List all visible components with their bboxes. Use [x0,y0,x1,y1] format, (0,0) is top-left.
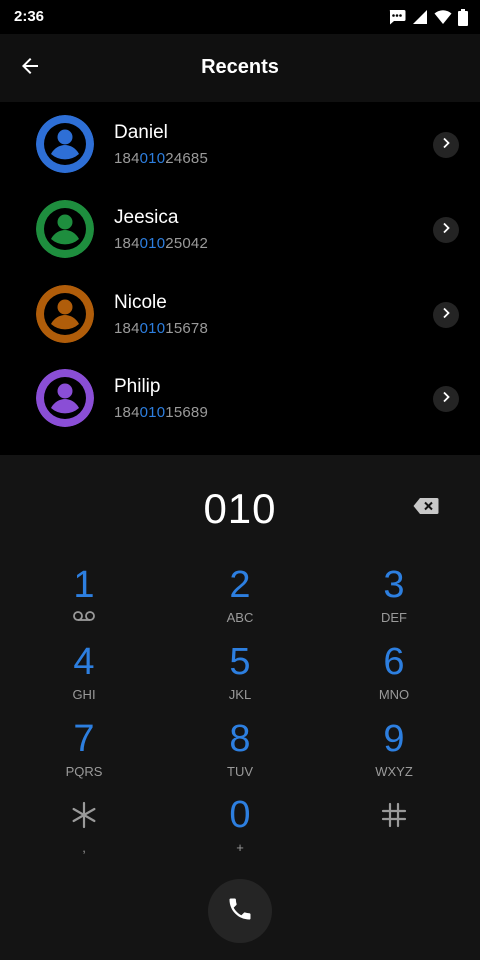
key-digit: 0 [229,794,251,836]
key-digit: 8 [229,718,251,760]
contact-number: 18401025042 [114,235,208,252]
key-5[interactable]: 5 JKL [180,642,300,712]
contact-row-philip[interactable]: Philip 18401015689 [0,356,480,440]
page-title: Recents [201,56,279,78]
key-1[interactable]: 1 [24,565,144,635]
key-digit: 2 [229,564,251,606]
key-letters: , [82,840,86,855]
key-digit: 3 [383,564,405,606]
key-3[interactable]: 3 DEF [334,565,454,635]
contact-details-button[interactable] [433,386,459,412]
key-digit: 5 [229,641,251,683]
signal-icon [412,9,428,25]
key-digit: 7 [73,718,95,760]
wifi-icon [434,9,452,25]
call-button[interactable] [208,879,272,943]
avatar [36,285,94,343]
key-digit: 4 [73,641,95,683]
backspace-icon [413,497,439,520]
key-letters: ABC [226,610,254,625]
voicemail-icon [24,610,144,626]
key-7[interactable]: 7 PQRS [24,719,144,789]
key-2[interactable]: 2 ABC [180,565,300,635]
backspace-button[interactable] [408,495,444,521]
key-letters: TUV [227,764,253,779]
key-letters: MNO [378,687,410,702]
key-digit: 6 [383,641,405,683]
battery-icon [458,8,468,26]
contact-name: Philip [114,376,161,397]
status-time: 2:36 [14,8,45,25]
recents-list: Daniel 18401024685 Jeesica 18401025042 N… [0,102,480,455]
key-star[interactable]: , [24,795,144,865]
key-9[interactable]: 9 WXYZ [334,719,454,789]
avatar [36,200,94,258]
key-letters: WXYZ [375,764,413,779]
key-0[interactable]: 0 + [180,795,300,865]
contact-details-button[interactable] [433,302,459,328]
key-letters: JKL [228,687,252,702]
key-hash[interactable] [334,795,454,865]
key-digit: 9 [383,718,405,760]
avatar [36,369,94,427]
chevron-right-icon [440,136,452,154]
contact-number: 18401015678 [114,320,208,337]
key-letters: + [236,840,244,855]
contact-name: Jeesica [114,207,179,228]
contact-details-button[interactable] [433,132,459,158]
key-letters: DEF [381,610,407,625]
key-digit: 1 [73,564,95,606]
contact-details-button[interactable] [433,217,459,243]
status-bar: 2:36 [0,0,480,34]
status-icons [388,7,468,27]
contact-row-nicole[interactable]: Nicole 18401015678 [0,272,480,356]
hash-icon [334,795,454,835]
chevron-right-icon [440,221,452,239]
key-6[interactable]: 6 MNO [334,642,454,712]
contact-row-jeesica[interactable]: Jeesica 18401025042 [0,187,480,271]
avatar [36,115,94,173]
message-icon [388,9,406,25]
contact-row-daniel[interactable]: Daniel 18401024685 [0,102,480,186]
chevron-right-icon [440,306,452,324]
dialpad: 010 1 2 ABC 3 DEF 4 GHI 5 JKL 6 MNO 7 PQ… [0,455,480,960]
contact-number: 18401024685 [114,150,208,167]
contact-name: Nicole [114,292,167,313]
contact-number: 18401015689 [114,404,208,421]
key-letters: GHI [72,687,96,702]
key-8[interactable]: 8 TUV [180,719,300,789]
key-4[interactable]: 4 GHI [24,642,144,712]
phone-icon [226,895,254,928]
key-letters: PQRS [65,764,103,779]
contact-name: Daniel [114,122,168,143]
star-icon [24,795,144,835]
app-bar: Recents [0,34,480,102]
chevron-right-icon [440,390,452,408]
